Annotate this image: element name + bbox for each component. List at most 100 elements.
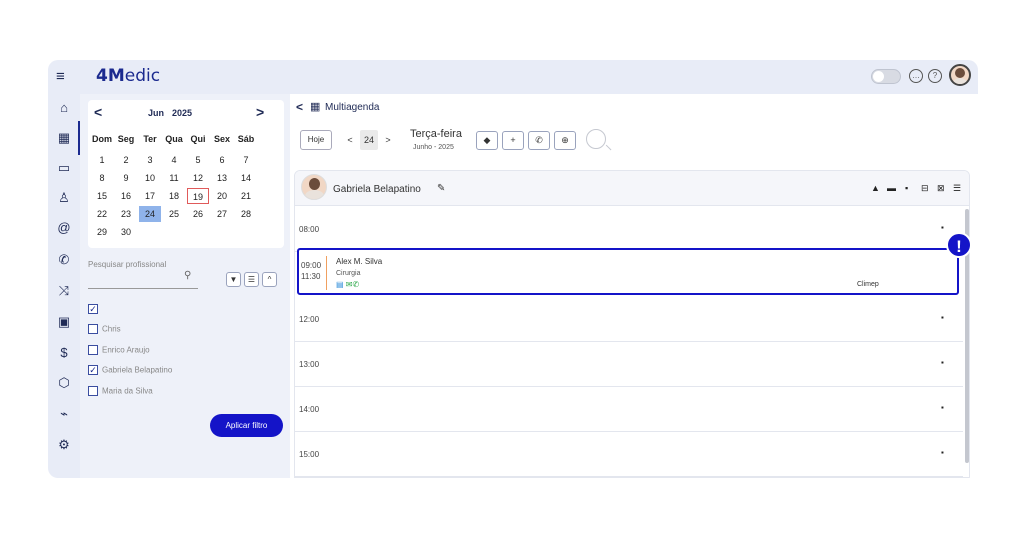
calendar-day[interactable]: 23 <box>115 206 137 222</box>
calendar-day[interactable]: 10 <box>139 170 161 186</box>
time-slot[interactable]: 08:00 ▪ <box>295 207 963 252</box>
calendar-day[interactable]: 6 <box>211 152 233 168</box>
day-number[interactable]: 24 <box>360 130 378 150</box>
shuffle-icon[interactable]: ⤨ <box>54 281 74 301</box>
tag-button[interactable]: ◆ <box>476 131 498 150</box>
calendar-day[interactable]: 22 <box>91 206 113 222</box>
back-icon[interactable]: < <box>296 100 303 114</box>
professional-checkbox-row[interactable]: ✓ <box>88 304 102 316</box>
settings-icon[interactable]: ⚙ <box>54 435 74 455</box>
calendar-day[interactable]: 19 <box>187 188 209 204</box>
calendar-day[interactable]: 28 <box>235 206 257 222</box>
print-icon[interactable]: ⊟ <box>921 183 929 194</box>
list-icon[interactable]: ☰ <box>953 183 961 194</box>
calendar-day[interactable]: 5 <box>187 152 209 168</box>
user-icon[interactable]: ♙ <box>54 188 74 208</box>
lock-icon[interactable]: ▪ <box>941 223 944 232</box>
prev-day-button[interactable]: < <box>344 130 356 150</box>
calendar-day[interactable]: 30 <box>115 224 137 240</box>
whatsapp-icon[interactable]: ✆ <box>353 280 360 289</box>
calendar-day[interactable]: 3 <box>139 152 161 168</box>
list-button[interactable]: ☰ <box>244 272 259 287</box>
search-icon[interactable] <box>586 129 606 149</box>
calendar-day[interactable]: 9 <box>115 170 137 186</box>
calendar-year: 2025 <box>172 108 193 118</box>
warning-icon[interactable]: ▲ <box>871 183 880 193</box>
calendar-day[interactable]: 17 <box>139 188 161 204</box>
today-button[interactable]: Hoje <box>300 130 332 150</box>
theme-toggle[interactable] <box>871 69 901 84</box>
collapse-button[interactable]: ^ <box>262 272 277 287</box>
calendar-day[interactable]: 26 <box>187 206 209 222</box>
next-day-button[interactable]: > <box>382 130 394 150</box>
professional-checkbox-row[interactable]: Enrico Araujo <box>88 345 150 357</box>
calendar-day[interactable]: 20 <box>211 188 233 204</box>
calendar-day[interactable]: 1 <box>91 152 113 168</box>
calendar-day[interactable]: 14 <box>235 170 257 186</box>
at-icon[interactable]: @ <box>54 218 74 238</box>
app-logo[interactable]: 4Medic <box>96 66 160 86</box>
lock-icon[interactable]: ▪ <box>941 313 944 322</box>
calendar-day[interactable]: 13 <box>211 170 233 186</box>
block-icon[interactable]: ▬ <box>887 183 896 193</box>
calendar-day[interactable]: 16 <box>115 188 137 204</box>
calendar-day[interactable]: 18 <box>163 188 185 204</box>
calendar-day[interactable]: 25 <box>163 206 185 222</box>
calendar-day[interactable]: 21 <box>235 188 257 204</box>
chart-icon[interactable]: ⌁ <box>54 404 74 424</box>
globe-button[interactable]: ⊕ <box>554 131 576 150</box>
box-icon[interactable]: ⬡ <box>54 373 74 393</box>
email-icon[interactable]: ✉ <box>346 280 353 289</box>
search-icon[interactable]: ⚲ <box>184 270 191 281</box>
dollar-icon[interactable]: $ <box>54 343 74 363</box>
calendar-day[interactable]: 29 <box>91 224 113 240</box>
checkbox[interactable] <box>88 324 98 334</box>
checkbox[interactable]: ✓ <box>88 365 98 375</box>
professional-checkbox-row[interactable]: ✓ Gabriela Belapatino <box>88 365 172 377</box>
calendar-day[interactable]: 4 <box>163 152 185 168</box>
time-slot[interactable]: 14:00 ▪ <box>295 387 963 432</box>
calendar-day[interactable]: 15 <box>91 188 113 204</box>
hamburger-menu-icon[interactable]: ≡ <box>56 68 65 85</box>
professional-checkbox-row[interactable]: Chris <box>88 324 121 336</box>
lock-icon[interactable]: ▪ <box>941 448 944 457</box>
lock-icon[interactable]: ▪ <box>941 403 944 412</box>
calendar-day[interactable]: 24 <box>139 206 161 222</box>
alert-badge[interactable]: ! <box>946 232 972 258</box>
lock-icon[interactable]: ▪ <box>905 183 908 193</box>
calendar-day[interactable]: 8 <box>91 170 113 186</box>
schedule-column: Gabriela Belapatino ✎ ▲ ▬ ▪ ⊟ ⊠ ☰ 08:00 … <box>294 170 970 478</box>
appointment-card[interactable]: 09:00 11:30 Alex M. Silva Cirurgia ▤ ✉✆ C… <box>297 248 959 295</box>
calendar-day[interactable]: 27 <box>211 206 233 222</box>
search-professional-input[interactable] <box>88 288 198 289</box>
whatsapp-button[interactable]: ✆ <box>528 131 550 150</box>
checkbox[interactable] <box>88 386 98 396</box>
calendar-day[interactable]: 2 <box>115 152 137 168</box>
professional-checkbox-row[interactable]: Maria da Silva <box>88 386 153 398</box>
time-slot[interactable]: 13:00 ▪ <box>295 342 963 387</box>
time-slot[interactable]: 12:00 ▪ <box>295 297 963 342</box>
chat-icon[interactable]: … <box>909 69 923 83</box>
filter-button[interactable]: ▼ <box>226 272 241 287</box>
calendar-icon[interactable]: ▦ <box>54 128 74 148</box>
clipboard-icon[interactable]: ▤ <box>336 280 344 289</box>
checkbox[interactable] <box>88 345 98 355</box>
clipboard-icon[interactable]: ▣ <box>54 312 74 332</box>
calendar-next-icon[interactable]: > <box>256 104 264 120</box>
calendar-day[interactable]: 7 <box>235 152 257 168</box>
calendar-prev-icon[interactable]: < <box>94 104 102 120</box>
apply-filter-button[interactable]: Aplicar filtro <box>210 414 283 437</box>
calendar-export-icon[interactable]: ⊠ <box>937 183 945 194</box>
calendar-day[interactable]: 11 <box>163 170 185 186</box>
user-avatar[interactable] <box>949 64 971 86</box>
calendar-day[interactable]: 12 <box>187 170 209 186</box>
add-button[interactable]: + <box>502 131 524 150</box>
time-slot[interactable]: 15:00 ▪ <box>295 432 963 477</box>
inbox-icon[interactable]: ▭ <box>54 158 74 178</box>
help-icon[interactable]: ? <box>928 69 942 83</box>
edit-icon[interactable]: ✎ <box>437 183 445 194</box>
phone-icon[interactable]: ✆ <box>54 250 74 270</box>
checkbox[interactable]: ✓ <box>88 304 98 314</box>
home-icon[interactable]: ⌂ <box>54 98 74 118</box>
lock-icon[interactable]: ▪ <box>941 358 944 367</box>
